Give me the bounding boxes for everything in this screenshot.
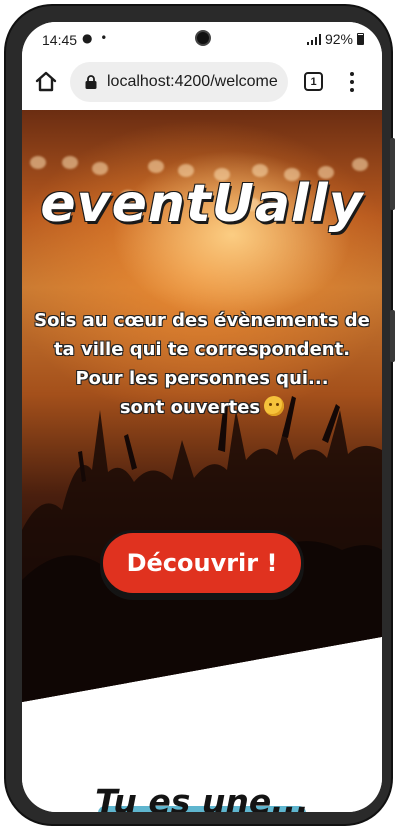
browser-toolbar: localhost:4200/welcome 1 [22, 56, 382, 110]
hugging-face-icon [264, 396, 285, 416]
screen: 14:45 ● • 92% localhost:4200/welcome 1 e… [22, 22, 382, 812]
home-icon [35, 71, 57, 92]
url-text: localhost:4200/welcome [107, 73, 278, 90]
section-title: Tu es une... [95, 782, 309, 812]
tagline-line: sont ouvertes [119, 397, 261, 418]
address-bar[interactable]: localhost:4200/welcome [70, 62, 288, 102]
more-menu-button[interactable] [344, 70, 360, 94]
home-button[interactable] [32, 68, 60, 96]
tagline-line: ta ville qui te correspondent. [53, 339, 351, 360]
discover-button[interactable]: Découvrir ! [100, 530, 304, 596]
hero-tagline: Sois au cœur des évènements de ta ville … [22, 306, 382, 422]
brand-title: eventUally [40, 174, 364, 234]
battery-icon [357, 33, 364, 45]
system-indicators: 92% [306, 31, 364, 47]
battery-percent: 92% [324, 31, 353, 47]
power-button [390, 310, 395, 362]
hero-section: eventUally Sois au cœur des évènements d… [22, 110, 382, 812]
more-icon [350, 72, 354, 76]
clock: 14:45 [42, 32, 78, 48]
camera-icon [195, 30, 211, 46]
lock-icon [85, 75, 97, 89]
tagline-line: Pour les personnes qui... [75, 368, 329, 389]
tab-count: 1 [310, 75, 317, 88]
notification-icons: ● • [82, 31, 110, 45]
tagline-last-line: sont ouvertes [22, 393, 382, 422]
status-bar: 14:45 ● • 92% [22, 22, 382, 56]
signal-icon [306, 33, 321, 45]
section-heading: Tu es une... [22, 782, 382, 812]
tagline-line: Sois au cœur des évènements de [34, 310, 370, 331]
volume-button [390, 138, 395, 210]
tabs-button[interactable]: 1 [304, 72, 323, 91]
